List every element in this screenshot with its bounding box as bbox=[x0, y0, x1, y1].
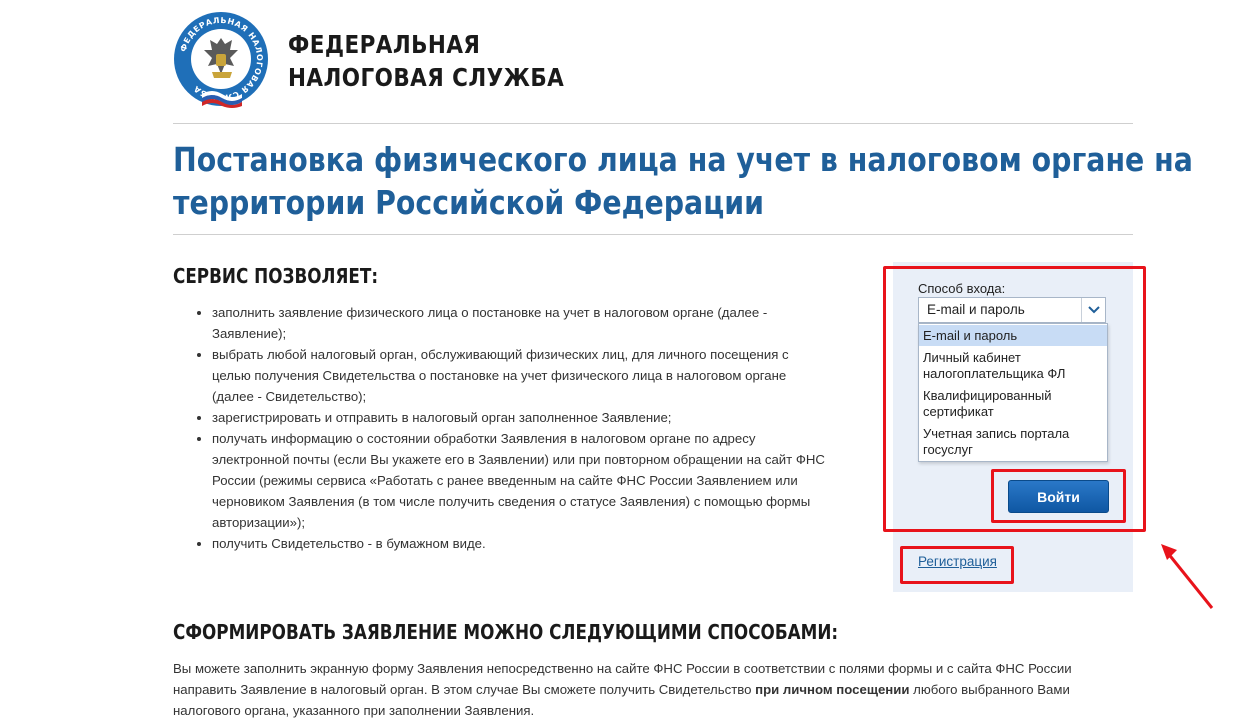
title-divider bbox=[173, 234, 1133, 235]
fns-logo[interactable]: ФЕДЕРАЛЬНАЯ НАЛОГОВАЯ СЛУЖБА bbox=[172, 10, 270, 108]
arrow-icon bbox=[1161, 544, 1214, 609]
fns-emblem-icon: ФЕДЕРАЛЬНАЯ НАЛОГОВАЯ СЛУЖБА bbox=[174, 12, 268, 108]
methods-heading: СФОРМИРОВАТЬ ЗАЯВЛЕНИЕ МОЖНО СЛЕДУЮЩИМИ … bbox=[173, 620, 839, 644]
org-name: ФЕДЕРАЛЬНАЯ НАЛОГОВАЯ СЛУЖБА bbox=[288, 28, 564, 94]
org-name-line2: НАЛОГОВАЯ СЛУЖБА bbox=[288, 63, 565, 92]
org-name-line1: ФЕДЕРАЛЬНАЯ bbox=[288, 30, 481, 59]
page-title-line1: Постановка физического лица на учет в на… bbox=[173, 140, 1193, 179]
methods-paragraph: Вы можете заполнить экранную форму Заявл… bbox=[173, 661, 1072, 718]
feature-item: зарегистрировать и отправить в налоговый… bbox=[212, 407, 892, 428]
feature-item: заполнить заявление физического лица о п… bbox=[212, 302, 892, 344]
header-divider bbox=[173, 123, 1133, 124]
emphasis-text: при личном посещении bbox=[755, 682, 910, 697]
service-heading: СЕРВИС ПОЗВОЛЯЕТ: bbox=[173, 264, 379, 288]
feature-item: выбрать любой налоговый орган, обслужива… bbox=[212, 344, 892, 407]
annotation-box-registration bbox=[900, 546, 1014, 584]
page-title: Постановка физического лица на учет в на… bbox=[173, 138, 1193, 224]
feature-item: получать информацию о состоянии обработк… bbox=[212, 428, 892, 533]
page-title-line2: территории Российской Федерации bbox=[173, 183, 765, 222]
feature-item: получить Свидетельство - в бумажном виде… bbox=[212, 533, 892, 554]
annotation-box-button bbox=[991, 469, 1126, 523]
feature-list: заполнить заявление физического лица о п… bbox=[190, 302, 892, 554]
